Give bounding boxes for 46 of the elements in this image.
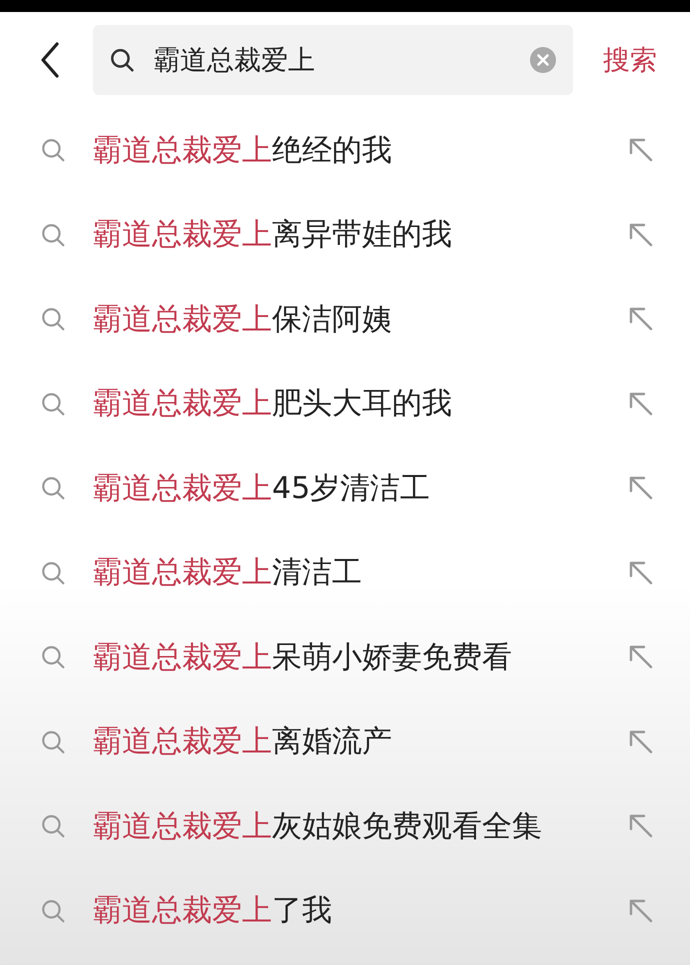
- search-icon: [40, 728, 66, 755]
- suggestion-item[interactable]: 霸道总裁爱上保洁阿姨: [0, 277, 690, 362]
- suggestion-item[interactable]: 霸道总裁爱上呆萌小娇妻免费看: [0, 615, 690, 700]
- suggestion-text: 霸道总裁爱上离婚流产: [92, 723, 393, 762]
- search-field[interactable]: 霸道总裁爱上: [153, 44, 511, 76]
- suggestion-item[interactable]: 霸道总裁爱上绝经的我: [0, 108, 690, 192]
- search-icon: [40, 390, 66, 417]
- clear-icon[interactable]: [529, 46, 557, 74]
- suggestion-text: 霸道总裁爱上清洁工: [92, 554, 363, 592]
- search-icon: [40, 644, 66, 670]
- search-icon: [40, 475, 66, 502]
- search-button[interactable]: 搜索: [603, 42, 657, 78]
- suggestion-item[interactable]: 霸道总裁爱上离异带娃的我: [0, 192, 690, 277]
- suggestion-text: 霸道总裁爱上保洁阿姨: [92, 300, 393, 339]
- suggestion-item[interactable]: 霸道总裁爱上肥头大耳的我: [0, 362, 690, 446]
- search-bar[interactable]: 霸道总裁爱上: [93, 25, 573, 95]
- suggestion-text: 霸道总裁爱上45岁清洁工: [92, 470, 432, 508]
- search-icon: [40, 898, 66, 924]
- search-icon: [40, 813, 66, 840]
- suggestion-item[interactable]: 霸道总裁爱上清洁工: [0, 530, 690, 615]
- suggestion-text: 霸道总裁爱上离异带娃的我: [92, 216, 453, 254]
- suggestion-item[interactable]: 霸道总裁爱上了我: [0, 868, 690, 953]
- suggestion-text: 霸道总裁爱上呆萌小娇妻免费看: [92, 638, 513, 677]
- suggestion-text: 霸道总裁爱上肥头大耳的我: [92, 385, 453, 424]
- fill-arrow-icon[interactable]: [628, 560, 654, 586]
- search-icon: [40, 222, 66, 248]
- fill-arrow-icon[interactable]: [628, 137, 654, 164]
- suggestion-item[interactable]: 霸道总裁爱上离婚流产: [0, 700, 690, 784]
- fill-arrow-icon[interactable]: [628, 813, 654, 840]
- fill-arrow-icon[interactable]: [628, 728, 654, 755]
- fill-arrow-icon[interactable]: [628, 898, 654, 924]
- suggestion-item[interactable]: 霸道总裁爱上45岁清洁工: [0, 446, 690, 530]
- suggestion-text: 霸道总裁爱上了我: [92, 892, 333, 930]
- search-icon: [40, 306, 66, 332]
- fill-arrow-icon[interactable]: [628, 390, 654, 417]
- fill-arrow-icon[interactable]: [628, 644, 654, 670]
- fill-arrow-icon[interactable]: [628, 475, 654, 502]
- suggestion-text: 霸道总裁爱上灰姑娘免费观看全集: [92, 808, 543, 846]
- suggestion-item[interactable]: 霸道总裁爱上灰姑娘免费观看全集: [0, 784, 690, 868]
- back-icon[interactable]: [40, 42, 60, 78]
- fill-arrow-icon[interactable]: [628, 306, 654, 332]
- search-icon: [40, 137, 66, 164]
- search-icon: [109, 47, 135, 73]
- fill-arrow-icon[interactable]: [628, 222, 654, 248]
- suggestion-text: 霸道总裁爱上绝经的我: [92, 132, 393, 170]
- search-icon: [40, 560, 66, 586]
